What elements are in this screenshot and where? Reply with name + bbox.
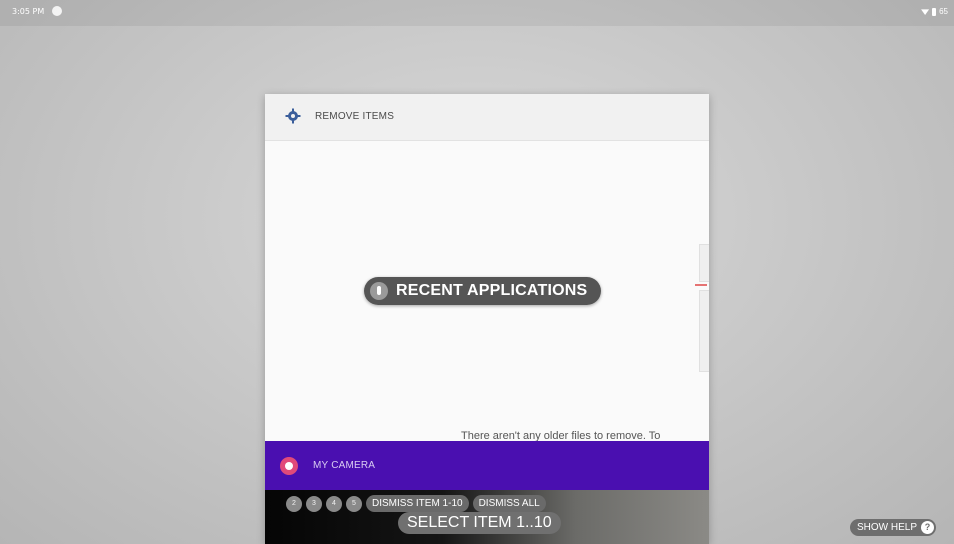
settings-gear-icon [285, 108, 301, 124]
status-indicators: 65 [921, 7, 948, 16]
card-header[interactable]: REMOVE ITEMS [265, 94, 709, 141]
status-bar: 3:05 PM 65 [0, 0, 954, 26]
help-icon: ? [921, 521, 935, 534]
number-badge[interactable]: 4 [326, 495, 342, 512]
number-badge[interactable]: 2 [286, 495, 302, 512]
bottom-controls: 2 3 4 5 DISMISS ITEM 1-10 DISMISS ALL [286, 495, 546, 512]
camera-card-title: MY CAMERA [313, 460, 376, 471]
battery-icon [932, 7, 937, 16]
select-item-label[interactable]: SELECT ITEM 1..10 [398, 512, 561, 534]
dismiss-item-button[interactable]: DISMISS ITEM 1-10 [366, 495, 469, 512]
camera-icon [280, 457, 298, 475]
show-help-button[interactable]: SHOW HELP ? [850, 519, 937, 536]
number-badge[interactable]: 5 [346, 495, 362, 512]
notification-icon [52, 6, 62, 16]
microphone-icon [370, 282, 388, 300]
wifi-icon [921, 9, 930, 15]
card-preview-fragment [695, 244, 709, 384]
recent-applications-label[interactable]: RECENT APPLICATIONS [364, 277, 602, 305]
battery-level: 65 [939, 7, 948, 16]
show-help-label: SHOW HELP [857, 522, 918, 533]
card-title: REMOVE ITEMS [315, 111, 395, 122]
status-time: 3:05 PM [12, 7, 45, 16]
recent-applications-text: RECENT APPLICATIONS [396, 282, 588, 299]
camera-card-header[interactable]: MY CAMERA [265, 441, 709, 490]
number-badge[interactable]: 3 [306, 495, 322, 512]
dismiss-all-button[interactable]: DISMISS ALL [472, 495, 546, 512]
